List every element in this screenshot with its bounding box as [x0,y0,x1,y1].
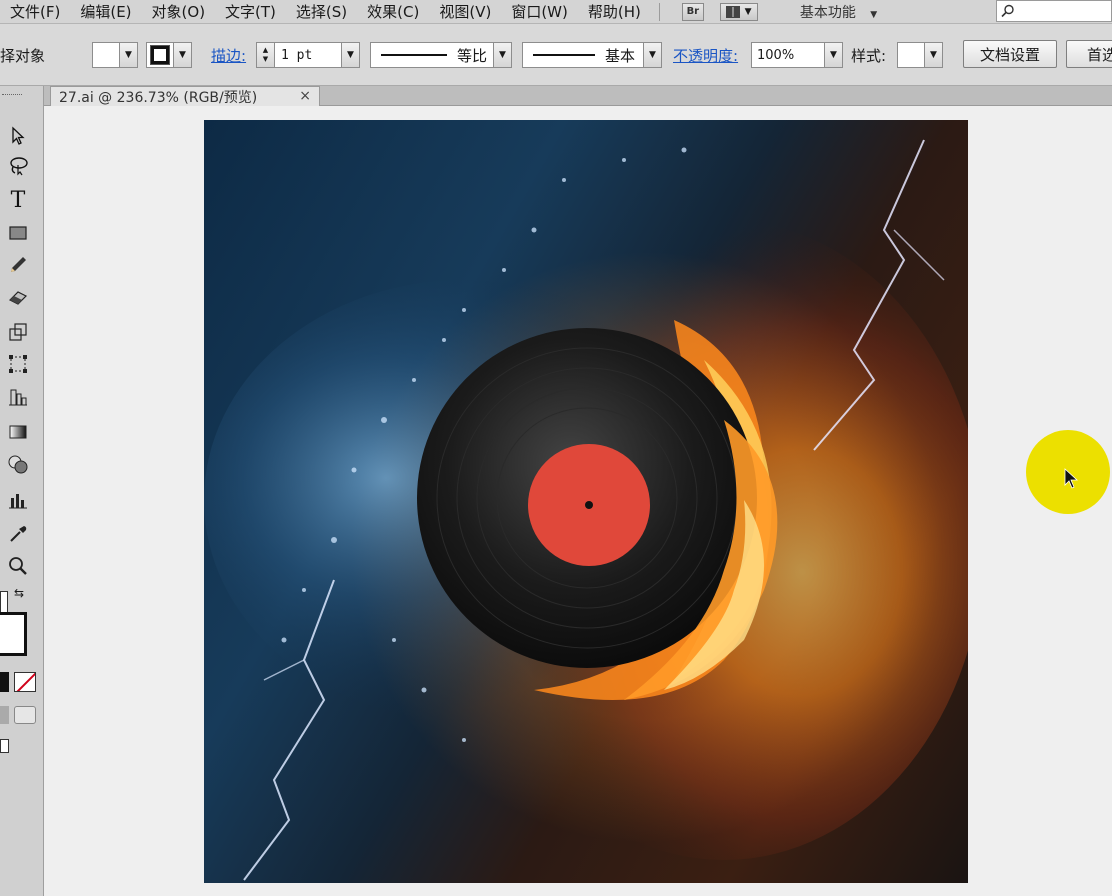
profile-line [381,54,447,56]
selection-arrow-icon [12,126,25,145]
type-icon: T [10,187,26,213]
column-graph-tool[interactable] [4,486,32,514]
chevron-down-icon: ▼ [924,43,942,67]
zoom-tool[interactable] [4,552,32,580]
bridge-button[interactable]: Br [681,2,704,21]
color-mode-icon[interactable] [0,672,9,692]
gradient-tool[interactable] [4,418,32,446]
chevron-down-icon: ▼ [173,43,191,67]
menu-object[interactable]: 对象(O) [142,1,216,23]
scale-tool[interactable] [4,318,32,346]
variable-width-profile-dropdown[interactable]: 等比 ▼ [370,42,512,68]
chevron-down-icon: ▼ [643,43,661,67]
column-graph-icon [9,494,27,509]
eyedropper-tool[interactable] [4,520,32,548]
stroke-weight-field[interactable]: ▲ ▼ 1 pt ▼ [256,42,360,68]
screen-mode-icon[interactable] [0,739,9,753]
chevron-down-icon: ▼ [870,9,878,20]
rectangle-tool[interactable] [4,219,32,247]
menu-bar: 文件(F) 编辑(E) 对象(O) 文字(T) 选择(S) 效果(C) 视图(V… [0,0,1112,24]
eraser-tool[interactable] [4,283,32,311]
draw-behind-icon[interactable] [14,706,36,724]
brush-label: 基本 [605,46,636,65]
gradient-icon [9,425,27,439]
menu-view[interactable]: 视图(V) [429,1,501,23]
search-icon [1001,4,1014,18]
free-transform-icon [9,355,27,373]
stroke-swatch-dropdown[interactable]: ▼ [146,42,192,68]
chevron-down-icon: ▼ [119,43,137,67]
menu-file[interactable]: 文件(F) [0,1,70,23]
close-tab-icon[interactable]: × [299,88,311,104]
eraser-icon [8,291,28,305]
control-bar: 择对象 ▼ ▼ 描边: ▲ ▼ 1 pt ▼ 等比 ▼ 基本 ▼ 不透明度: 1… [0,24,1112,86]
tools-panel: T ⇆ [0,86,44,896]
shape-builder-tool[interactable] [4,450,32,478]
symbol-sprayer-tool[interactable] [4,383,32,411]
panel-grip[interactable] [2,94,22,97]
stroke-color-box[interactable] [0,612,27,656]
graphic-style-dropdown[interactable]: ▼ [897,42,943,68]
document-tab[interactable]: 27.ai @ 236.73% (RGB/预览) × [50,86,320,106]
menu-help[interactable]: 帮助(H) [578,1,651,23]
type-tool[interactable]: T [4,186,32,214]
draw-normal-icon[interactable] [0,706,9,724]
chevron-down-icon: ▼ [824,43,842,67]
lasso-tool[interactable] [4,152,32,180]
arrange-grid-icon [726,5,741,18]
fill-swatch [93,44,119,66]
artboard-image [204,120,968,883]
shape-builder-icon [8,455,28,474]
profile-label: 等比 [457,46,488,65]
free-transform-tool[interactable] [4,350,32,378]
zoom-icon [9,557,27,575]
menu-type[interactable]: 文字(T) [215,1,286,23]
document-setup-button[interactable]: 文档设置 [963,40,1057,68]
preferences-control[interactable]: 首选 [1066,40,1112,68]
none-swatch-icon[interactable] [14,672,36,692]
selection-status: 择对象 [0,46,46,65]
workspace-switcher[interactable]: 基本功能 ▼ [800,2,877,22]
arrange-documents-button[interactable]: ▼ [719,2,758,21]
preferences-button[interactable]: 首选 [1066,40,1112,68]
symbol-sprayer-icon [9,389,27,406]
lasso-icon [10,157,28,176]
workspace-label: 基本功能 [799,4,856,21]
chevron-down-icon: ▼ [493,43,511,67]
pencil-tool[interactable] [4,251,32,279]
menu-window[interactable]: 窗口(W) [501,1,578,23]
opacity-value: 100% [757,47,795,63]
style-label: 样式: [851,46,887,65]
vinyl-record-artwork [204,139,968,881]
menu-separator [658,2,660,21]
menu-edit[interactable]: 编辑(E) [70,1,141,23]
search-field[interactable] [996,0,1112,22]
rectangle-icon [9,226,27,240]
stepper-icon[interactable]: ▲ ▼ [257,43,275,67]
pencil-icon [11,257,26,272]
chevron-down-icon: ▼ [341,43,359,67]
stroke-swatch [147,44,173,66]
style-swatch [898,44,924,66]
eyedropper-icon [10,526,27,542]
document-setup-control[interactable]: 文档设置 [963,40,1057,68]
fill-swatch-dropdown[interactable]: ▼ [92,42,138,68]
mouse-pointer-icon [1064,468,1079,489]
chevron-down-icon: ▼ [744,6,752,17]
document-tab-bar: 27.ai @ 236.73% (RGB/预览) × [44,86,1112,106]
document-tab-title: 27.ai @ 236.73% (RGB/预览) [59,89,258,106]
brush-definition-dropdown[interactable]: 基本 ▼ [522,42,662,68]
stroke-weight-value: 1 pt [281,47,313,63]
canvas-area[interactable] [44,106,1112,896]
menu-effect[interactable]: 效果(C) [357,1,429,23]
brush-line [533,54,595,56]
opacity-panel-link[interactable]: 不透明度: [673,42,738,68]
swap-colors-icon[interactable]: ⇆ [14,586,24,600]
stroke-panel-link[interactable]: 描边: [211,42,246,68]
scale-icon [9,323,27,341]
menu-select[interactable]: 选择(S) [286,1,357,23]
selection-tool[interactable] [4,122,32,150]
opacity-field[interactable]: 100% ▼ [751,42,843,68]
